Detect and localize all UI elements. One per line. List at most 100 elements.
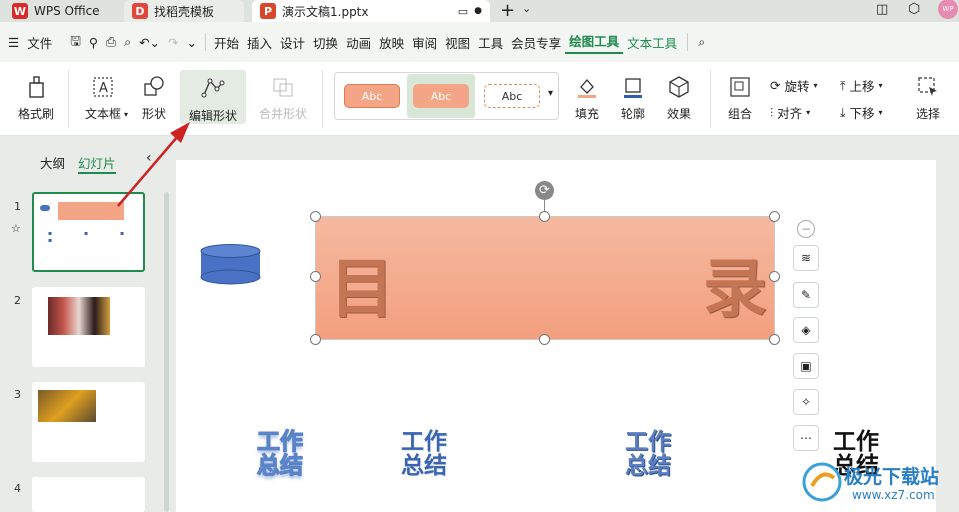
watermark-logo	[802, 462, 842, 502]
panel-scrollbar[interactable]	[164, 192, 169, 512]
wps-logo-icon: W	[12, 3, 28, 19]
docer-icon: D	[132, 3, 148, 19]
rotate-button[interactable]: ⟳ 旋转 ▾	[770, 76, 818, 95]
format-painter-button[interactable]: 格式刷	[14, 70, 58, 122]
title-char-left: 目	[330, 253, 394, 327]
layers-icon[interactable]: ≋	[793, 245, 819, 271]
bring-forward-icon: ⤒	[840, 77, 846, 93]
outline-icon	[624, 78, 642, 98]
tab-presentation[interactable]: P 演示文稿1.pptx ▭ ●	[252, 0, 490, 22]
tab-outline[interactable]: 大纲	[40, 153, 65, 172]
print-icon[interactable]: ⎙	[102, 34, 120, 50]
menu-file[interactable]: 文件	[23, 33, 56, 52]
collapse-toolbar-icon[interactable]: −	[797, 220, 815, 238]
wordart-item-3[interactable]: 工作 总结	[618, 430, 678, 478]
style-sample-1[interactable]: Abc	[344, 84, 400, 108]
menu-tools[interactable]: 工具	[474, 33, 507, 52]
resize-handle-r[interactable]	[769, 271, 780, 282]
avatar[interactable]: WP	[938, 0, 958, 19]
outline-button[interactable]: 轮廓	[614, 70, 652, 122]
resize-handle-tl[interactable]	[310, 211, 321, 222]
menu-animation[interactable]: 动画	[342, 33, 375, 52]
menu-member[interactable]: 会员专享	[507, 33, 565, 52]
outline-small-icon[interactable]: ▣	[793, 353, 819, 379]
bring-forward-button[interactable]: ⤒ 上移 ▾	[840, 76, 883, 95]
fill-button[interactable]: 填充	[568, 70, 606, 122]
svg-text:A: A	[99, 81, 108, 96]
more-chevron-icon[interactable]: ⌄	[183, 35, 201, 50]
cube-icon[interactable]: ⬡	[908, 1, 920, 17]
wordart-item-2[interactable]: 工作 总结	[394, 430, 454, 478]
menu-slideshow[interactable]: 放映	[375, 33, 408, 52]
menu-home[interactable]: 开始	[210, 33, 243, 52]
fill-bucket-icon	[578, 79, 596, 98]
window-layout-icon[interactable]: ◫	[876, 2, 888, 17]
shape-icon	[144, 76, 164, 96]
hamburger-icon[interactable]: ☰	[4, 35, 23, 50]
tab-wps-office[interactable]: W WPS Office	[4, 0, 108, 22]
send-backward-button[interactable]: ⤓ 下移 ▾	[840, 103, 883, 122]
resize-handle-br[interactable]	[769, 334, 780, 345]
group-button[interactable]: 组合	[720, 70, 760, 122]
wordart-item-1[interactable]: 工作 总结	[250, 429, 310, 478]
rotate-icon: ⟳	[770, 78, 781, 93]
slide-thumbnail-1[interactable]: ▪ ▪ ▪ ▪	[32, 192, 145, 272]
resize-handle-b[interactable]	[539, 334, 550, 345]
menu-text-tools[interactable]: 文本工具	[623, 33, 681, 52]
menu-drawing-tools[interactable]: 绘图工具	[565, 31, 624, 54]
menu-transition[interactable]: 切换	[309, 33, 342, 52]
magic-wand-icon[interactable]: ✧	[793, 389, 819, 415]
print-preview-icon[interactable]: ⌕	[120, 34, 135, 50]
slide-thumbnail-3[interactable]	[32, 382, 145, 462]
style-sample-2[interactable]: Abc	[413, 84, 469, 108]
collapse-panel-icon[interactable]: ‹	[146, 150, 152, 166]
menu-bar: ☰ 文件 🖫 ⚲ ⎙ ⌕ ↶⌄ ↷ ⌄ 开始 插入 设计 切换 动画 放映 审阅…	[0, 22, 959, 62]
tab-bar: W WPS Office D 找稻壳模板 P 演示文稿1.pptx ▭ ● + …	[0, 0, 959, 22]
align-button[interactable]: ⫶ 对齐 ▾	[770, 103, 810, 122]
menu-insert[interactable]: 插入	[243, 33, 276, 52]
menu-view[interactable]: 视图	[441, 33, 474, 52]
new-tab-plus-icon[interactable]: +	[500, 0, 515, 21]
shape-button[interactable]: 形状	[134, 70, 174, 122]
redo-icon[interactable]: ↷	[164, 35, 182, 50]
edit-shape-icon	[201, 78, 225, 98]
slide-thumbnail-4[interactable]	[32, 477, 145, 512]
textbox-icon: A	[93, 77, 113, 97]
align-icon: ⫶	[770, 104, 774, 120]
select-pointer-icon	[918, 77, 937, 96]
resize-handle-t[interactable]	[539, 211, 550, 222]
watermark: 极光下载站 www.xz7.com	[800, 460, 956, 510]
textbox-button[interactable]: A 文本框 ▾	[78, 70, 128, 122]
slide-thumbnail-2[interactable]	[32, 287, 145, 367]
edit-shape-button[interactable]: 编辑形状	[180, 70, 246, 124]
save-icon[interactable]: 🖫	[66, 32, 85, 53]
undo-icon[interactable]: ↶⌄	[135, 35, 164, 50]
format-painter-icon	[29, 76, 44, 98]
resize-handle-bl[interactable]	[310, 334, 321, 345]
style-sample-3[interactable]: Abc	[484, 84, 540, 108]
pen-icon[interactable]: ✎	[793, 282, 819, 308]
merge-shape-icon	[273, 78, 293, 97]
merge-shape-button[interactable]: 合并形状	[252, 70, 314, 122]
cylinder-shape[interactable]	[200, 244, 262, 286]
search-icon[interactable]: ⌕	[694, 34, 709, 50]
share-icon[interactable]: ⚲	[85, 35, 102, 50]
resize-handle-l[interactable]	[310, 271, 321, 282]
star-icon[interactable]: ☆	[11, 222, 21, 235]
monitor-icon[interactable]: ▭	[458, 5, 468, 18]
rotate-handle-icon[interactable]: ⟳	[535, 181, 554, 200]
resize-handle-tr[interactable]	[769, 211, 780, 222]
tree-photo	[38, 390, 96, 422]
select-button[interactable]: 选择	[906, 70, 950, 122]
gallery-expand-icon[interactable]: ▾	[548, 88, 553, 99]
menu-design[interactable]: 设计	[276, 33, 309, 52]
title-char-right: 录	[703, 253, 767, 327]
effect-button[interactable]: 效果	[660, 70, 698, 122]
menu-review[interactable]: 审阅	[408, 33, 441, 52]
fill-bucket-small-icon[interactable]: ◈	[793, 317, 819, 343]
effect-cube-icon	[669, 76, 689, 98]
tab-docer[interactable]: D 找稻壳模板	[124, 0, 244, 22]
more-options-icon[interactable]: ⋯	[793, 425, 819, 451]
tab-slides[interactable]: 幻灯片	[78, 153, 116, 174]
chevron-down-icon[interactable]: ⌄	[522, 2, 531, 15]
